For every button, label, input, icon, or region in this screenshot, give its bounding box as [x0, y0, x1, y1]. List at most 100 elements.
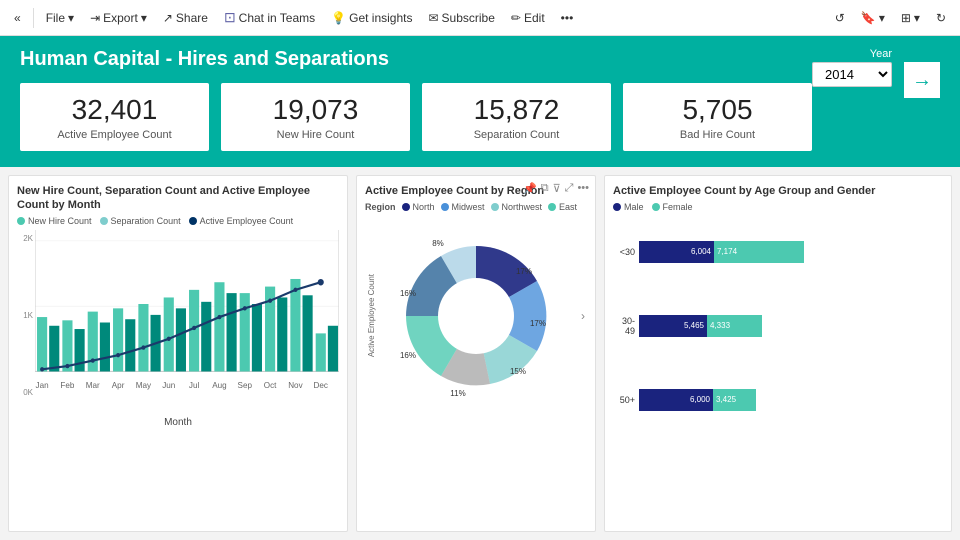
chart1-panel: New Hire Count, Separation Count and Act… — [8, 175, 348, 532]
kpi-card-active: 32,401 Active Employee Count — [20, 83, 209, 151]
chart1-x-title: Month — [17, 417, 339, 428]
next-page-button[interactable]: → — [904, 62, 940, 98]
legend-label-active: Active Employee Count — [200, 216, 294, 226]
kpi-value-active: 32,401 — [36, 93, 193, 127]
chart2-y-label: Active Employee Count — [367, 216, 376, 416]
legend-midwest: Midwest — [441, 202, 485, 212]
edit-label: Edit — [524, 11, 545, 25]
svg-text:Oct: Oct — [264, 380, 277, 390]
hbar-female-value-3049: 4,333 — [707, 315, 762, 337]
divider-1 — [33, 8, 34, 28]
chart2-toolbar: 📌 ⧉ ⊽ ⤢ ••• — [523, 182, 589, 195]
legend-newhire: New Hire Count — [17, 216, 92, 226]
svg-text:8%: 8% — [432, 239, 444, 248]
undo-button[interactable]: ↺ — [829, 7, 851, 29]
svg-text:Jun: Jun — [162, 380, 175, 390]
legend-northwest: Northwest — [491, 202, 543, 212]
legend-dot-female — [652, 203, 660, 211]
active-employee-count-label: Active Employee Count — [367, 274, 376, 357]
hbar-bars-3049: 5,465 4,333 — [639, 315, 943, 337]
more-button[interactable]: ••• — [555, 7, 580, 29]
y-axis-ticks: 2K 1K 0K — [17, 230, 33, 415]
file-chevron-icon: ▾ — [68, 11, 74, 25]
bookmark-button[interactable]: 🔖 ▾ — [855, 7, 891, 29]
legend-label-male: Male — [624, 202, 644, 212]
copy-icon[interactable]: ⧉ — [541, 182, 549, 195]
view-button[interactable]: ⊞ ▾ — [895, 7, 926, 29]
share-label: Share — [176, 11, 208, 25]
main-content: Human Capital - Hires and Separations 32… — [0, 36, 960, 540]
kpi-label-newhire: New Hire Count — [237, 129, 394, 141]
share-button[interactable]: ↗ Share — [157, 7, 214, 29]
svg-text:Jan: Jan — [36, 380, 49, 390]
hbar-row-3049: 5,465 4,333 — [639, 315, 943, 337]
header-left: Human Capital - Hires and Separations 32… — [20, 48, 812, 151]
legend-dot-active — [189, 217, 197, 225]
svg-text:16%: 16% — [400, 289, 416, 298]
chart3-title: Active Employee Count by Age Group and G… — [613, 184, 943, 198]
charts-area: New Hire Count, Separation Count and Act… — [0, 167, 960, 540]
export-icon: ⇥ — [90, 11, 100, 25]
chart2-expand-arrow[interactable]: › — [581, 309, 585, 323]
kpi-value-separation: 15,872 — [438, 93, 595, 127]
legend-dot-east — [548, 203, 556, 211]
subscribe-button[interactable]: ✉ Subscribe — [422, 7, 500, 29]
filter-icon[interactable]: ⊽ — [553, 182, 561, 195]
hbar-group-50plus: 50+ 6,000 3,425 — [613, 389, 943, 411]
year-label: Year — [870, 48, 892, 60]
legend-dot-midwest — [441, 203, 449, 211]
legend-dot-separation — [100, 217, 108, 225]
chart2-legend: Region North Midwest Northwest East — [365, 202, 587, 212]
hbar-group-lt30: <30 6,004 7,174 — [613, 241, 943, 263]
chart1-title: New Hire Count, Separation Count and Act… — [17, 184, 339, 213]
insights-button[interactable]: 💡 Get insights — [325, 7, 418, 29]
more-options-icon[interactable]: ••• — [577, 182, 589, 195]
svg-text:Nov: Nov — [288, 380, 303, 390]
pin-icon[interactable]: 📌 — [523, 182, 537, 195]
back-icon: « — [14, 11, 21, 25]
expand-icon[interactable]: ⤢ — [565, 182, 574, 195]
export-menu[interactable]: ⇥ Export ▾ — [84, 7, 153, 29]
kpi-value-newhire: 19,073 — [237, 93, 394, 127]
svg-text:15%: 15% — [510, 367, 526, 376]
svg-text:Sep: Sep — [238, 380, 253, 390]
edit-button[interactable]: ✏ Edit — [505, 7, 551, 29]
bookmark-icon: 🔖 — [861, 11, 876, 25]
undo-icon: ↺ — [835, 11, 845, 25]
chat-teams-button[interactable]: ⊡ Chat in Teams — [218, 5, 321, 30]
svg-text:17%: 17% — [516, 267, 532, 276]
year-selector: Year 2014 2015 2013 — [812, 48, 892, 87]
hbar-bars-lt30: 6,004 7,174 — [639, 241, 943, 263]
donut-chart-svg: 17% 17% 15% 11% 16% 16% 8% — [386, 226, 566, 406]
export-label: Export — [103, 11, 138, 25]
subscribe-icon: ✉ — [428, 11, 438, 25]
hbar-group-3049: 30-49 5,465 4,333 — [613, 315, 943, 337]
toolbar-right: ↺ 🔖 ▾ ⊞ ▾ ↻ — [829, 7, 952, 29]
svg-text:Jul: Jul — [189, 380, 199, 390]
hbar-female-value-lt30: 7,174 — [714, 241, 804, 263]
hbar-bars-50plus: 6,000 3,425 — [639, 389, 943, 411]
refresh-button[interactable]: ↻ — [930, 7, 952, 29]
file-menu[interactable]: File ▾ — [40, 7, 80, 29]
chart3-legend: Male Female — [613, 202, 943, 212]
year-select[interactable]: 2014 2015 2013 — [812, 62, 892, 87]
legend-label-separation: Separation Count — [111, 216, 181, 226]
subscribe-label: Subscribe — [442, 11, 495, 25]
hbar-row-50plus: 6,000 3,425 — [639, 389, 943, 411]
back-button[interactable]: « — [8, 7, 27, 29]
kpi-label-badhire: Bad Hire Count — [639, 129, 796, 141]
legend-dot-north — [402, 203, 410, 211]
legend-male: Male — [613, 202, 644, 212]
hbar-male-lt30: 6,004 7,174 — [639, 241, 943, 263]
legend-label-female: Female — [663, 202, 693, 212]
chart3-panel: Active Employee Count by Age Group and G… — [604, 175, 952, 532]
chart1-body: 2K 1K 0K — [17, 230, 339, 415]
chat-label: Chat in Teams — [239, 11, 315, 25]
chart1-legend: New Hire Count Separation Count Active E… — [17, 216, 339, 226]
kpi-card-badhire: 5,705 Bad Hire Count — [623, 83, 812, 151]
legend-label-northwest: Northwest — [502, 202, 543, 212]
view-icon: ⊞ — [901, 11, 911, 25]
share-icon: ↗ — [163, 11, 173, 25]
header-row: Human Capital - Hires and Separations 32… — [20, 48, 940, 151]
kpi-card-separation: 15,872 Separation Count — [422, 83, 611, 151]
